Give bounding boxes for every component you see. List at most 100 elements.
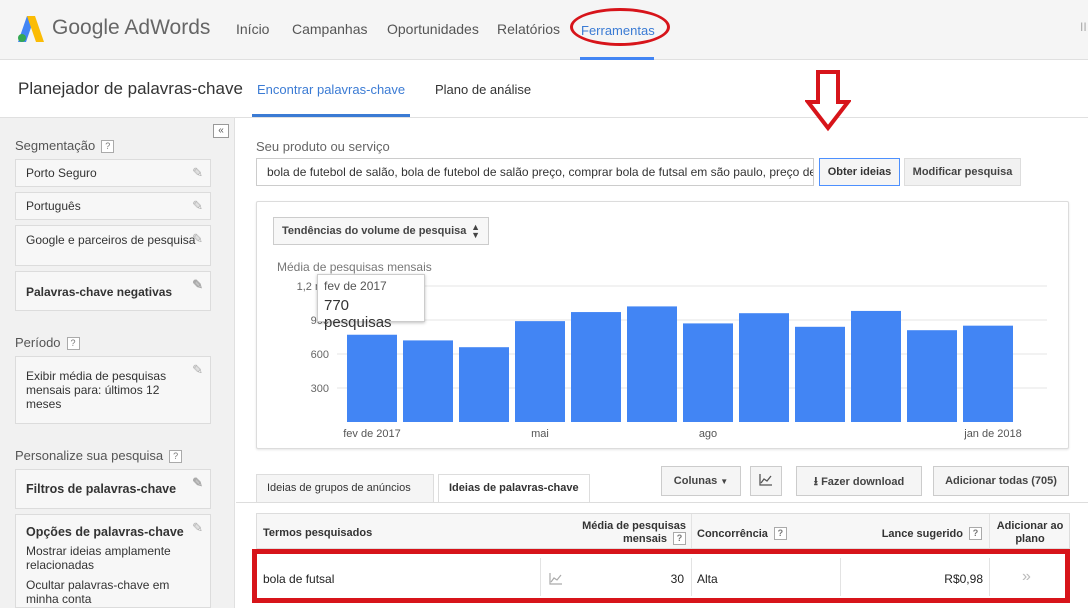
period-value: Exibir média de pesquisas mensais para: … — [26, 369, 167, 411]
chart-title: Média de pesquisas mensais — [277, 260, 432, 274]
keyword-option: Ocultar palavras-chave em minha conta — [26, 578, 170, 606]
sort-arrows-icon: ▲ ▼ — [471, 222, 480, 240]
help-icon[interactable]: ? — [773, 527, 787, 540]
language-setting[interactable]: Português ✎ — [15, 192, 211, 220]
chart-bar[interactable] — [571, 312, 621, 422]
chart-bar[interactable] — [347, 334, 397, 422]
help-icon[interactable]: ? — [66, 337, 80, 350]
tooltip-value: 770 pesquisas — [324, 297, 392, 331]
pencil-icon[interactable]: ✎ — [192, 166, 203, 180]
location-setting[interactable]: Porto Seguro ✎ — [15, 159, 211, 187]
y-tick-label: 300 — [311, 383, 329, 395]
header-media[interactable]: Média de pesquisas mensais? — [560, 520, 686, 545]
tooltip-month: fev de 2017 — [324, 279, 387, 293]
collapse-sidebar-icon[interactable]: « — [213, 124, 229, 138]
help-icon[interactable]: ? — [169, 450, 183, 463]
section-title: Período — [15, 335, 61, 350]
header-lance[interactable]: Lance sugerido? — [860, 527, 982, 540]
help-icon[interactable]: ? — [673, 532, 686, 545]
section-title: Personalize sua pesquisa — [15, 448, 164, 463]
active-tab-indicator — [252, 114, 410, 117]
pencil-icon[interactable]: ✎ — [192, 199, 203, 213]
help-icon[interactable]: ? — [969, 527, 982, 540]
chart-bar[interactable] — [459, 347, 509, 422]
section-periodo: Período? — [15, 335, 80, 350]
help-icon[interactable]: ? — [101, 140, 115, 153]
x-tick-label: fev de 2017 — [343, 428, 401, 440]
chart-bar[interactable] — [683, 323, 733, 422]
overflow-indicator: II — [1080, 20, 1087, 34]
chart-bar[interactable] — [907, 330, 957, 422]
trend-selector[interactable]: Tendências do volume de pesquisa ▲ ▼ — [273, 217, 489, 245]
download-label: Fazer download — [821, 476, 905, 488]
tabs-divider — [236, 502, 1088, 503]
download-button[interactable]: ⭳ Fazer download — [796, 466, 922, 496]
y-tick-label: 600 — [311, 349, 329, 361]
adwords-logo-icon[interactable] — [16, 14, 46, 44]
nav-ferramentas[interactable]: Ferramentas — [581, 23, 655, 38]
tab-ideias-grupos-de-anuncios[interactable]: Ideias de grupos de anúncios — [256, 474, 434, 502]
product-search-input[interactable]: bola de futebol de salão, bola de futebo… — [256, 158, 814, 186]
keyword-filters-label: Filtros de palavras-chave — [26, 482, 177, 496]
x-tick-label: ago — [699, 428, 717, 440]
nav-campanhas[interactable]: Campanhas — [292, 21, 368, 37]
header-media-line1: Média de pesquisas — [582, 520, 686, 532]
network-setting[interactable]: Google e parceiros de pesquisa ✎ — [15, 225, 211, 266]
chart-bar[interactable] — [739, 313, 789, 422]
pencil-icon[interactable]: ✎ — [192, 363, 203, 377]
get-ideas-button[interactable]: Obter ideias — [819, 158, 900, 186]
chart-bar[interactable] — [851, 310, 901, 422]
header-termos[interactable]: Termos pesquisados — [263, 527, 372, 539]
section-title: Segmentação — [15, 138, 96, 153]
header-lance-label: Lance sugerido — [881, 528, 963, 540]
chart-bar[interactable] — [627, 306, 677, 422]
modify-search-button[interactable]: Modificar pesquisa — [904, 158, 1021, 186]
network-value: Google e parceiros de pesquisa — [26, 233, 196, 247]
trend-selector-label: Tendências do volume de pesquisa — [282, 225, 467, 237]
add-all-button[interactable]: Adicionar todas (705) — [933, 466, 1069, 496]
chart-bar[interactable] — [515, 321, 565, 422]
nav-oportunidades[interactable]: Oportunidades — [387, 21, 479, 37]
pencil-icon[interactable]: ✎ — [192, 278, 203, 292]
logo-text[interactable]: Google AdWords — [52, 16, 210, 40]
tab-ideias-palavras-chave[interactable]: Ideias de palavras-chave — [438, 474, 590, 503]
pencil-icon[interactable]: ✎ — [192, 232, 203, 246]
chart-bar[interactable] — [963, 325, 1013, 422]
keyword-options-title: Opções de palavras-chave — [26, 525, 184, 539]
period-setting[interactable]: Exibir média de pesquisas mensais para: … — [15, 356, 211, 424]
header-media-line2: mensais — [622, 533, 667, 545]
product-label: Seu produto ou serviço — [256, 139, 390, 154]
tab-plano-de-analise[interactable]: Plano de análise — [435, 82, 531, 97]
header-concorrencia[interactable]: Concorrência? — [697, 527, 787, 540]
columns-label: Colunas — [673, 475, 718, 487]
x-tick-label: mai — [531, 428, 549, 440]
columns-button[interactable]: Colunas ▼ — [661, 466, 741, 496]
negative-keywords-setting[interactable]: Palavras-chave negativas ✎ — [15, 271, 211, 311]
language-value: Português — [26, 199, 81, 213]
negative-keywords-label: Palavras-chave negativas — [26, 285, 173, 299]
keyword-filters-setting[interactable]: Filtros de palavras-chave ✎ — [15, 469, 211, 509]
chart-tooltip: fev de 2017 770 pesquisas — [317, 274, 425, 331]
nav-inicio[interactable]: Início — [236, 21, 269, 37]
header-adicionar-line1: Adicionar ao — [996, 520, 1064, 532]
annotation-row-highlight — [252, 549, 1070, 603]
line-chart-icon — [759, 474, 772, 486]
pencil-icon[interactable]: ✎ — [192, 476, 203, 490]
chart-toggle-button[interactable] — [750, 466, 782, 496]
keyword-option: Mostrar ideias amplamente relacionadas — [26, 544, 171, 572]
keyword-options-setting[interactable]: Opções de palavras-chave Mostrar ideias … — [15, 514, 211, 608]
column-separator — [989, 514, 990, 548]
annotation-arrow-icon — [805, 70, 851, 132]
location-value: Porto Seguro — [26, 166, 97, 180]
nav-relatorios[interactable]: Relatórios — [497, 21, 560, 37]
download-icon: ⭳ — [813, 474, 818, 488]
page-title: Planejador de palavras-chave — [18, 79, 243, 98]
chart-bar[interactable] — [403, 340, 453, 422]
pencil-icon[interactable]: ✎ — [192, 521, 203, 535]
column-separator — [691, 514, 692, 548]
section-personalize: Personalize sua pesquisa? — [15, 448, 183, 463]
header-concorrencia-label: Concorrência — [697, 528, 768, 540]
tab-encontrar-palavras-chave[interactable]: Encontrar palavras-chave — [257, 82, 405, 97]
chevron-down-icon: ▼ — [720, 477, 729, 486]
chart-bar[interactable] — [795, 326, 845, 422]
